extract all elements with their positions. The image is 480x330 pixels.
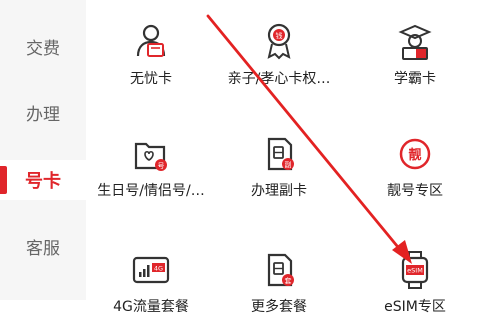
- sidebar-item-payment[interactable]: 交费: [0, 26, 86, 66]
- category-sidebar: 交费 办理 号卡 客服: [0, 0, 86, 300]
- grid-item-more-plans[interactable]: 套 更多套餐: [214, 250, 344, 330]
- grid-item-label: 4G流量套餐: [113, 299, 189, 315]
- grid-item-label: eSIM专区: [384, 299, 446, 315]
- sidebar-item-number-card[interactable]: 号卡: [0, 160, 86, 200]
- grid-item-student-card[interactable]: 学霸卡: [350, 22, 480, 102]
- grid-item-label: 生日号/情侣号/…: [97, 183, 205, 199]
- svg-text:号: 号: [158, 162, 165, 170]
- grid-item-label: 亲子/孝心卡权…: [227, 71, 331, 87]
- 4g-data-icon: 4G: [132, 256, 170, 284]
- esim-watch-icon: eSIM: [401, 251, 429, 289]
- grid-item-family-card[interactable]: 钱 亲子/孝心卡权…: [214, 22, 344, 102]
- svg-text:eSIM: eSIM: [407, 267, 423, 275]
- badge-icon: 钱: [267, 23, 291, 60]
- active-indicator: [0, 166, 7, 194]
- grid-item-4g-data[interactable]: 4G 4G流量套餐: [86, 250, 216, 330]
- student-icon: [398, 24, 432, 60]
- birthday-folder-icon: 号: [134, 142, 167, 171]
- grid-item-label: 更多套餐: [251, 299, 307, 315]
- grid-item-sub-card[interactable]: 副 办理副卡: [214, 134, 344, 214]
- grid-item-label: 办理副卡: [251, 183, 307, 199]
- grid-item-label: 学霸卡: [394, 71, 436, 87]
- grid-item-esim[interactable]: eSIM eSIM专区: [350, 250, 480, 330]
- svg-text:4G: 4G: [154, 265, 163, 273]
- grid-item-label: 无忧卡: [130, 71, 172, 87]
- person-card-icon: [136, 24, 166, 57]
- sidebar-item-handle[interactable]: 办理: [0, 92, 86, 132]
- pretty-number-icon: 靓: [399, 138, 431, 170]
- svg-text:套: 套: [285, 276, 292, 285]
- svg-text:钱: 钱: [276, 31, 283, 40]
- grid-item-wuyou-card[interactable]: 无忧卡: [86, 22, 216, 102]
- svg-text:副: 副: [285, 160, 292, 169]
- grid-item-label: 靓号专区: [387, 183, 443, 199]
- sim-card-sub-icon: 副: [267, 137, 294, 171]
- grid-item-birthday-number[interactable]: 号 生日号/情侣号/…: [86, 134, 216, 214]
- sidebar-item-service[interactable]: 客服: [0, 226, 86, 266]
- grid-item-pretty-number[interactable]: 靓 靓号专区: [350, 134, 480, 214]
- svg-text:靓: 靓: [408, 147, 421, 163]
- sim-card-more-icon: 套: [267, 253, 294, 287]
